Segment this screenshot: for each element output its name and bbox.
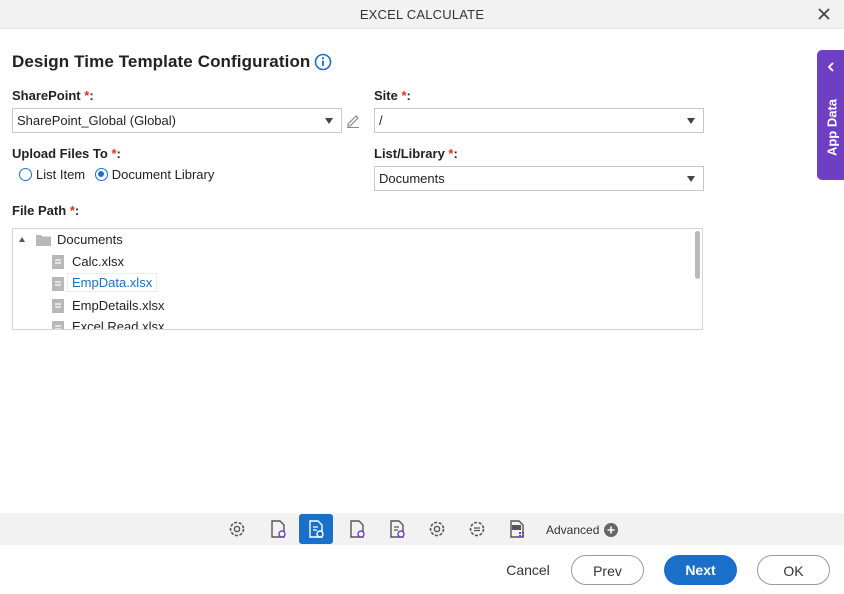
sharepoint-label: SharePoint *: bbox=[12, 88, 94, 103]
page-title: Design Time Template Configuration bbox=[12, 52, 311, 71]
list-library-label: List/Library *: bbox=[374, 146, 458, 161]
next-button[interactable]: Next bbox=[664, 555, 737, 585]
advanced-link[interactable]: Advanced bbox=[546, 523, 599, 537]
close-icon[interactable] bbox=[816, 6, 832, 22]
file-tree[interactable]: Documents Calc.xlsx EmpData.xlsx EmpDeta… bbox=[12, 228, 703, 330]
app-data-tab[interactable]: App Data bbox=[817, 50, 844, 180]
step-button-list-settings[interactable] bbox=[464, 516, 490, 542]
step-button-template-config[interactable] bbox=[299, 514, 333, 544]
document-gear-icon bbox=[350, 520, 365, 538]
xls-file-icon bbox=[510, 520, 524, 538]
prev-button[interactable]: Prev bbox=[571, 555, 644, 585]
step-toolbar: Advanced bbox=[0, 513, 844, 545]
file-icon bbox=[52, 321, 64, 329]
step-button-document-settings-2[interactable] bbox=[344, 516, 370, 542]
app-data-label: App Data bbox=[824, 98, 840, 157]
file-icon bbox=[52, 299, 64, 313]
pencil-icon[interactable] bbox=[345, 112, 361, 128]
upload-files-label: Upload Files To *: bbox=[12, 146, 121, 161]
document-list-gear-icon bbox=[309, 520, 324, 538]
folder-icon bbox=[36, 235, 51, 246]
required-mark: * bbox=[111, 146, 117, 161]
required-mark: * bbox=[69, 203, 75, 218]
file-icon bbox=[52, 277, 64, 291]
file-icon bbox=[52, 255, 64, 269]
site-value: / bbox=[379, 113, 383, 128]
title-bar: EXCEL CALCULATE bbox=[0, 0, 844, 29]
file-path-label: File Path *: bbox=[12, 203, 80, 218]
tree-file-selected[interactable]: EmpData.xlsx bbox=[68, 274, 157, 291]
site-select[interactable]: / bbox=[374, 108, 704, 133]
radio-list-item[interactable] bbox=[19, 168, 32, 181]
document-list-gear-icon bbox=[390, 520, 405, 538]
step-button-xls[interactable] bbox=[504, 516, 530, 542]
radio-list-item-label[interactable]: List Item bbox=[36, 167, 85, 182]
sharepoint-select[interactable]: SharePoint_Global (Global) bbox=[12, 108, 342, 133]
chevron-down-icon bbox=[325, 118, 333, 124]
list-gear-icon bbox=[469, 521, 485, 537]
info-icon[interactable] bbox=[314, 53, 332, 71]
radio-document-library-label[interactable]: Document Library bbox=[112, 167, 215, 182]
step-button-settings[interactable] bbox=[224, 516, 250, 542]
tree-scrollbar[interactable] bbox=[692, 229, 702, 329]
chevron-down-icon bbox=[687, 118, 695, 124]
scroll-thumb[interactable] bbox=[695, 231, 700, 279]
upload-radio-group: List Item Document Library bbox=[19, 167, 220, 182]
step-button-document-list-settings[interactable] bbox=[384, 516, 410, 542]
window-title: EXCEL CALCULATE bbox=[359, 7, 485, 22]
sharepoint-value: SharePoint_Global (Global) bbox=[17, 113, 176, 128]
chevron-down-icon bbox=[687, 176, 695, 182]
required-mark: * bbox=[84, 88, 90, 103]
required-mark: * bbox=[448, 146, 454, 161]
cancel-button[interactable]: Cancel bbox=[498, 555, 558, 585]
tree-file[interactable]: EmpDetails.xlsx bbox=[72, 298, 164, 313]
gear-icon bbox=[229, 521, 245, 537]
list-library-select[interactable]: Documents bbox=[374, 166, 704, 191]
list-library-value: Documents bbox=[379, 171, 445, 186]
step-button-settings-2[interactable] bbox=[424, 516, 450, 542]
tree-root-documents[interactable]: Documents bbox=[57, 232, 123, 247]
tree-file[interactable]: Excel Read.xlsx bbox=[72, 319, 164, 329]
plus-circle-icon[interactable] bbox=[604, 523, 618, 537]
gear-icon bbox=[429, 521, 445, 537]
chevron-left-icon bbox=[827, 62, 834, 72]
step-button-document-settings[interactable] bbox=[265, 516, 291, 542]
ok-button[interactable]: OK bbox=[757, 555, 830, 585]
required-mark: * bbox=[401, 88, 407, 103]
site-label: Site *: bbox=[374, 88, 411, 103]
document-gear-icon bbox=[271, 520, 286, 538]
tree-file[interactable]: Calc.xlsx bbox=[72, 254, 124, 269]
collapse-toggle-icon[interactable] bbox=[19, 237, 25, 242]
radio-document-library[interactable] bbox=[94, 168, 108, 181]
